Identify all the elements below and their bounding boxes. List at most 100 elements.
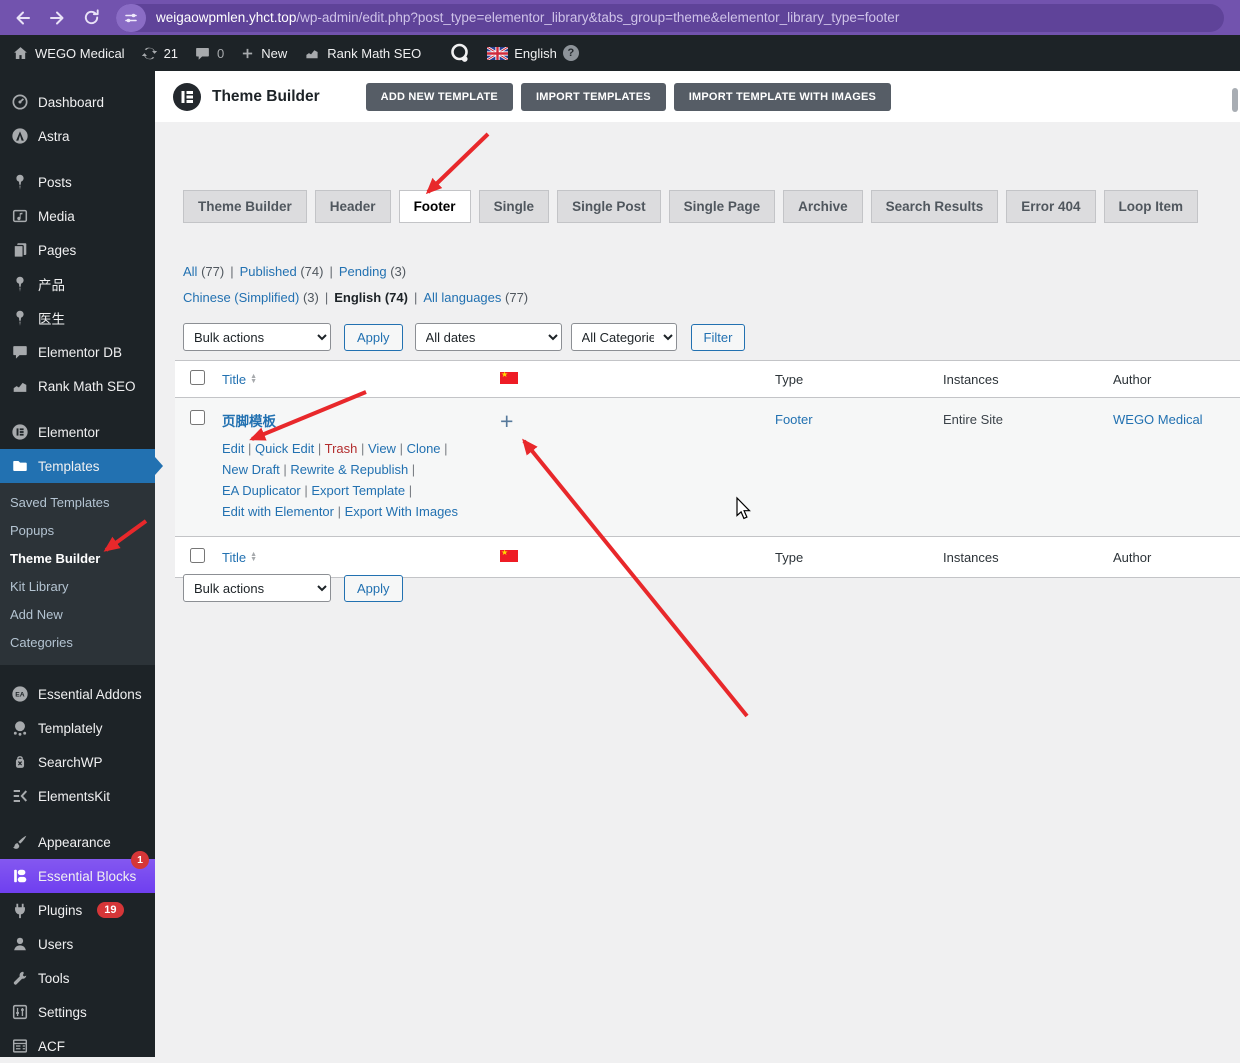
admin-bar-q-logo[interactable] [449, 42, 471, 64]
action-rewrite-republish[interactable]: Rewrite & Republish [290, 462, 415, 477]
add-translation-icon[interactable]: + [500, 410, 513, 433]
help-icon[interactable]: ? [562, 45, 579, 61]
address-bar[interactable]: weigaowpmlen.yhct.top/wp-admin/edit.php?… [116, 3, 1224, 32]
sidebar-item-settings[interactable]: Settings [0, 995, 155, 1029]
tab-theme-builder[interactable]: Theme Builder [183, 190, 307, 223]
url-domain: weigaowpmlen.yhct.top [156, 10, 297, 25]
filter-chinese[interactable]: Chinese (Simplified) (3) [183, 290, 319, 305]
filter-all-languages[interactable]: All languages (77) [423, 290, 528, 305]
bulk-actions-select-bottom[interactable]: Bulk actions [183, 574, 331, 602]
submenu-item-popups[interactable]: Popups [0, 516, 155, 544]
action-export-with-images[interactable]: Export With Images [345, 504, 458, 519]
action-view[interactable]: View [368, 441, 407, 456]
sidebar-item-dashboard[interactable]: Dashboard [0, 85, 155, 119]
apply-button[interactable]: Apply [344, 323, 403, 351]
row-type-link[interactable]: Footer [775, 412, 813, 427]
action-trash[interactable]: Trash [325, 441, 368, 456]
filter-button[interactable]: Filter [690, 323, 746, 351]
template-title-link[interactable]: 页脚模板 [222, 410, 276, 430]
action-clone[interactable]: Clone [407, 441, 448, 456]
sidebar-item-astra[interactable]: Astra [0, 119, 155, 153]
admin-bar-updates[interactable]: 21 [141, 45, 178, 62]
action-new-draft[interactable]: New Draft [222, 462, 290, 477]
action-edit-with-elementor[interactable]: Edit with Elementor [222, 504, 345, 519]
sidebar-item-users[interactable]: Users [0, 927, 155, 961]
comment-icon [10, 343, 29, 362]
filter-english[interactable]: English (74) [334, 290, 408, 305]
filter-pending[interactable]: Pending (3) [339, 264, 406, 279]
tab-footer[interactable]: Footer [398, 190, 471, 223]
sidebar-item-essential-blocks[interactable]: Essential Blocks 1 [0, 851, 155, 893]
import-template-with-images-button[interactable]: IMPORT TEMPLATE WITH IMAGES [673, 82, 892, 111]
submenu-item-kit-library[interactable]: Kit Library [0, 572, 155, 600]
sidebar-item-plugins[interactable]: Plugins 19 [0, 893, 155, 927]
tab-header[interactable]: Header [314, 190, 391, 223]
action-export-template[interactable]: Export Template [311, 483, 412, 498]
pin-icon [10, 173, 29, 192]
submenu-item-categories[interactable]: Categories [0, 628, 155, 656]
row-author-link[interactable]: WEGO Medical [1113, 412, 1203, 427]
q-logo-icon [451, 43, 469, 62]
dates-filter-select[interactable]: All dates [414, 323, 562, 351]
admin-bar-language[interactable]: English ? [487, 45, 579, 61]
plugins-badge: 19 [97, 902, 124, 918]
admin-bar-comments[interactable]: 0 [194, 45, 224, 62]
tab-archive[interactable]: Archive [783, 190, 863, 223]
plus-icon [243, 48, 253, 58]
select-all-checkbox[interactable] [190, 370, 205, 385]
admin-bar-rank-math[interactable]: Rank Math SEO [303, 45, 421, 61]
sidebar-item-doctors[interactable]: 医生 [0, 301, 155, 335]
tab-loop-item[interactable]: Loop Item [1103, 190, 1198, 223]
tab-single-page[interactable]: Single Page [668, 190, 776, 223]
sidebar-item-acf[interactable]: ACF [0, 1029, 155, 1063]
action-edit[interactable]: Edit [222, 441, 255, 456]
admin-bar-site[interactable]: WEGO Medical [12, 45, 125, 62]
sidebar-item-media[interactable]: Media [0, 199, 155, 233]
select-all-checkbox-bottom[interactable] [190, 548, 205, 563]
filter-all[interactable]: All (77) [183, 264, 224, 279]
tab-error-404[interactable]: Error 404 [1006, 190, 1096, 223]
column-title-sort[interactable]: Title ▲ ▼ [222, 372, 500, 387]
tab-search-results[interactable]: Search Results [870, 190, 999, 223]
submenu-item-saved-templates[interactable]: Saved Templates [0, 488, 155, 516]
sidebar-item-essential-addons[interactable]: EA Essential Addons [0, 677, 155, 711]
admin-bar-new[interactable]: New [240, 46, 287, 61]
sidebar-item-label: Media [38, 208, 75, 224]
submenu-item-add-new[interactable]: Add New [0, 600, 155, 628]
sidebar-item-rank-math[interactable]: Rank Math SEO [0, 369, 155, 403]
back-icon[interactable] [10, 5, 36, 31]
sidebar-item-elementskit[interactable]: ElementsKit [0, 779, 155, 813]
sliders-icon [10, 1003, 29, 1022]
tab-single[interactable]: Single [478, 190, 550, 223]
scrollbar-thumb[interactable] [1232, 88, 1238, 112]
apply-button-bottom[interactable]: Apply [344, 574, 403, 602]
action-quick-edit[interactable]: Quick Edit [255, 441, 325, 456]
column-author-bottom: Author [1113, 549, 1152, 565]
categories-filter-select[interactable]: All Categories [570, 323, 677, 351]
sidebar-item-elementor-db[interactable]: Elementor DB [0, 335, 155, 369]
submenu-item-label: Categories [10, 634, 73, 650]
forward-icon[interactable] [44, 5, 70, 31]
sidebar-item-products[interactable]: 产品 [0, 267, 155, 301]
sidebar-item-searchwp[interactable]: SearchWP [0, 745, 155, 779]
update-count: 21 [163, 45, 179, 61]
filter-published[interactable]: Published (74) [240, 264, 324, 279]
action-ea-duplicator[interactable]: EA Duplicator [222, 483, 311, 498]
bulk-actions-select[interactable]: Bulk actions [183, 323, 331, 351]
add-new-template-button[interactable]: ADD NEW TEMPLATE [365, 82, 513, 111]
column-title-sort-bottom[interactable]: Title ▲ ▼ [222, 550, 500, 565]
import-templates-button[interactable]: IMPORT TEMPLATES [520, 82, 666, 111]
sidebar-item-pages[interactable]: Pages [0, 233, 155, 267]
lantern-icon [10, 753, 29, 772]
submenu-item-theme-builder[interactable]: Theme Builder [0, 544, 155, 572]
sidebar-item-tools[interactable]: Tools [0, 961, 155, 995]
sidebar-item-posts[interactable]: Posts [0, 165, 155, 199]
sidebar-item-elementor[interactable]: Elementor [0, 415, 155, 449]
sidebar-item-templately[interactable]: Templately [0, 711, 155, 745]
tab-single-post[interactable]: Single Post [557, 190, 661, 223]
site-info-icon[interactable] [116, 3, 146, 32]
refresh-icon[interactable] [78, 5, 104, 31]
sidebar-item-label: SearchWP [38, 754, 103, 770]
sidebar-item-templates[interactable]: Templates [0, 449, 163, 483]
row-checkbox[interactable] [190, 410, 205, 425]
